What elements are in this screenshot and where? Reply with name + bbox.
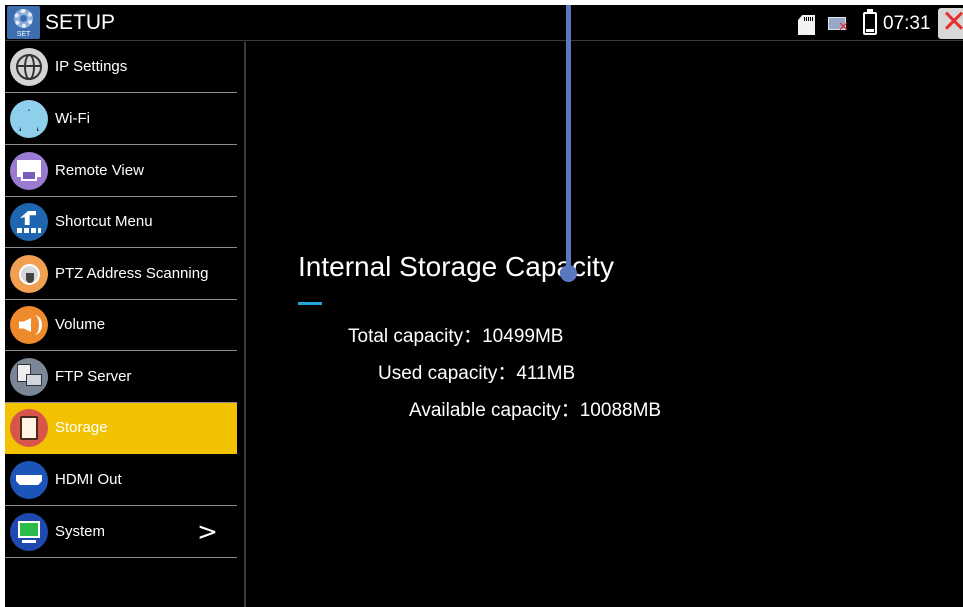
chevron-right-icon: > <box>197 517 218 546</box>
ftp-server-icon <box>10 358 48 396</box>
shortcut-icon <box>10 203 48 241</box>
title-bar: SET SETUP ✕ 07:31 ✕ <box>5 5 963 41</box>
sidebar-item-ptz-address-scanning[interactable]: PTZ Address Scanning <box>5 249 237 300</box>
app-icon-label: SET <box>16 31 31 38</box>
sidebar-item-label: FTP Server <box>55 368 132 385</box>
sidebar-item-label: HDMI Out <box>55 471 122 488</box>
ptz-camera-icon <box>10 255 48 293</box>
sidebar-item-label: PTZ Address Scanning <box>55 265 209 282</box>
sidebar-item-shortcut-menu[interactable]: Shortcut Menu <box>5 197 237 248</box>
sidebar-item-label: Remote View <box>55 162 144 179</box>
speaker-icon <box>10 306 48 344</box>
touch-pointer-line <box>566 5 571 269</box>
available-capacity: Available capacity：10088MB <box>409 400 662 421</box>
sidebar-item-ip-settings[interactable]: IP Settings <box>5 42 237 93</box>
sd-card-icon <box>10 409 48 447</box>
sidebar-item-hdmi-out[interactable]: HDMI Out <box>5 455 237 506</box>
heading-accent-line <box>298 302 322 305</box>
touch-pointer-dot <box>560 265 577 282</box>
sidebar-item-label: Shortcut Menu <box>55 213 153 230</box>
sidebar-item-ftp-server[interactable]: FTP Server <box>5 352 237 403</box>
close-icon[interactable]: ✕ <box>941 8 963 38</box>
sidebar-item-label: Wi-Fi <box>55 110 90 127</box>
sidebar-item-label: System <box>55 523 106 540</box>
system-monitor-icon <box>10 513 48 551</box>
page-title: SETUP <box>45 11 116 34</box>
sidebar-item-volume[interactable]: Volume <box>5 300 237 351</box>
gear-icon <box>14 9 33 28</box>
clock: 07:31 <box>883 13 931 34</box>
total-capacity: Total capacity：10499MB <box>348 326 564 347</box>
globe-icon <box>10 48 48 86</box>
close-button[interactable]: ✕ <box>938 8 963 39</box>
sidebar-item-remote-view[interactable]: Remote View <box>5 146 237 197</box>
sidebar-item-label: Volume <box>55 316 106 333</box>
settings-sidebar: IP Settings Wi-Fi Remote View Shortcut M… <box>5 42 246 607</box>
sidebar-item-system[interactable]: System > <box>5 507 237 558</box>
used-capacity: Used capacity：411MB <box>378 363 576 384</box>
hdmi-icon <box>10 461 48 499</box>
wifi-antenna-icon <box>10 100 48 138</box>
device-screen: SET SETUP ✕ 07:31 ✕ IP Settings Wi-Fi Re… <box>5 5 963 607</box>
storage-panel: Internal Storage Capacity Total capacity… <box>248 42 963 607</box>
battery-icon <box>863 9 877 35</box>
network-disconnected-icon: ✕ <box>828 15 851 34</box>
sidebar-item-wifi[interactable]: Wi-Fi <box>5 94 237 145</box>
sidebar-item-label: IP Settings <box>55 58 128 75</box>
sidebar-item-label: Storage <box>55 419 108 436</box>
remote-view-icon <box>10 152 48 190</box>
setup-gear-icon: SET <box>7 6 40 39</box>
sidebar-item-storage[interactable]: Storage <box>5 403 237 454</box>
sd-card-icon <box>798 15 815 35</box>
